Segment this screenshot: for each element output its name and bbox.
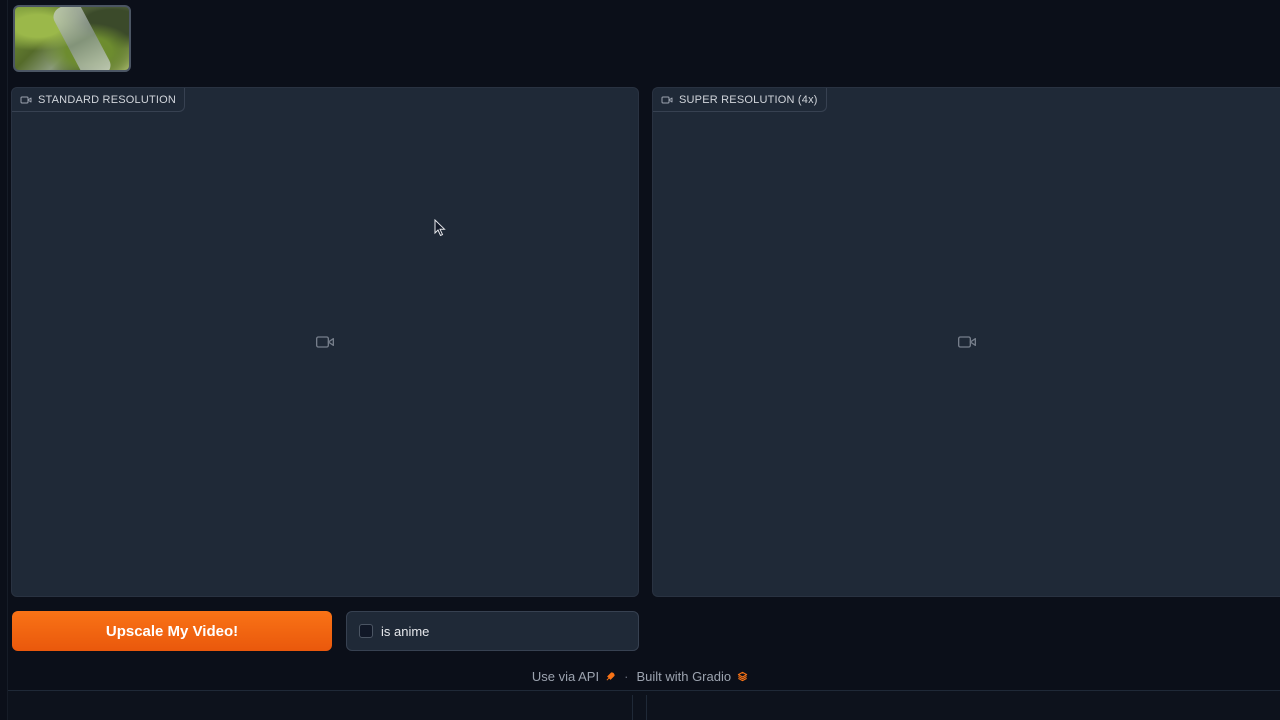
super-resolution-label-tag: SUPER RESOLUTION (4x) (653, 88, 827, 112)
standard-resolution-label: STANDARD RESOLUTION (38, 93, 177, 106)
is-anime-label: is anime (381, 623, 430, 639)
example-thumbnail[interactable] (13, 5, 131, 72)
upscale-button[interactable]: Upscale My Video! (12, 611, 332, 651)
built-with-gradio-link[interactable]: Built with Gradio (636, 669, 748, 684)
footer-separator: · (624, 668, 629, 684)
mouse-cursor-icon (434, 219, 446, 237)
bottom-panel-strip (8, 690, 1280, 720)
video-placeholder-icon (957, 336, 976, 348)
built-with-gradio-text: Built with Gradio (636, 668, 732, 684)
standard-resolution-video-panel[interactable]: STANDARD RESOLUTION (11, 87, 639, 597)
footer: Use via API · Built with Gradio (0, 666, 1280, 686)
app-root: STANDARD RESOLUTION SUPER RESOLUTION (4x… (0, 0, 1280, 720)
video-camera-icon (20, 96, 32, 103)
video-placeholder-icon (316, 336, 334, 348)
thumbnail-stream-detail (49, 7, 115, 70)
super-resolution-video-panel[interactable]: SUPER RESOLUTION (4x) (652, 87, 1280, 597)
use-via-api-link[interactable]: Use via API (532, 669, 616, 684)
is-anime-checkbox[interactable] (359, 624, 373, 638)
bottom-divider (632, 695, 633, 720)
super-resolution-label: SUPER RESOLUTION (4x) (679, 93, 818, 106)
use-via-api-text: Use via API (531, 668, 600, 684)
video-camera-icon (661, 96, 673, 103)
bottom-divider (646, 695, 647, 720)
gradio-logo-icon (737, 671, 748, 681)
left-border (7, 0, 8, 720)
standard-resolution-label-tag: STANDARD RESOLUTION (12, 88, 186, 112)
rocket-icon (606, 671, 615, 680)
is-anime-checkbox-field[interactable]: is anime (346, 611, 639, 651)
